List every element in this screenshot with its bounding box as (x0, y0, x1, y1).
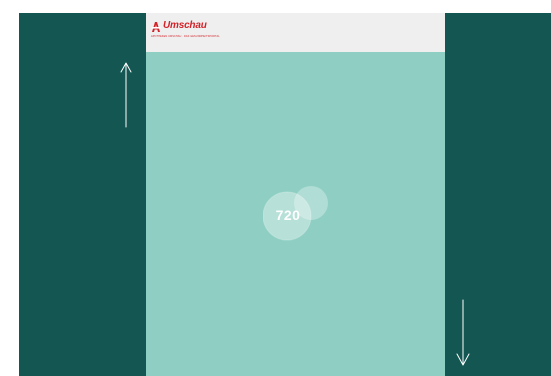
pharmacy-a-icon (151, 22, 161, 32)
brand-tagline: APOTHEKEN UMSCHAU · DAS GESUNDHEITSPORTA… (151, 35, 220, 38)
brand-logo[interactable]: Umschau APOTHEKEN UMSCHAU · DAS GESUNDHE… (151, 20, 220, 41)
arrow-up-icon (120, 62, 132, 128)
top-bar: Umschau APOTHEKEN UMSCHAU · DAS GESUNDHE… (146, 13, 445, 52)
arrow-down-icon (456, 299, 470, 366)
score-value: 720 (275, 207, 301, 223)
brand-name: Umschau (163, 20, 207, 31)
